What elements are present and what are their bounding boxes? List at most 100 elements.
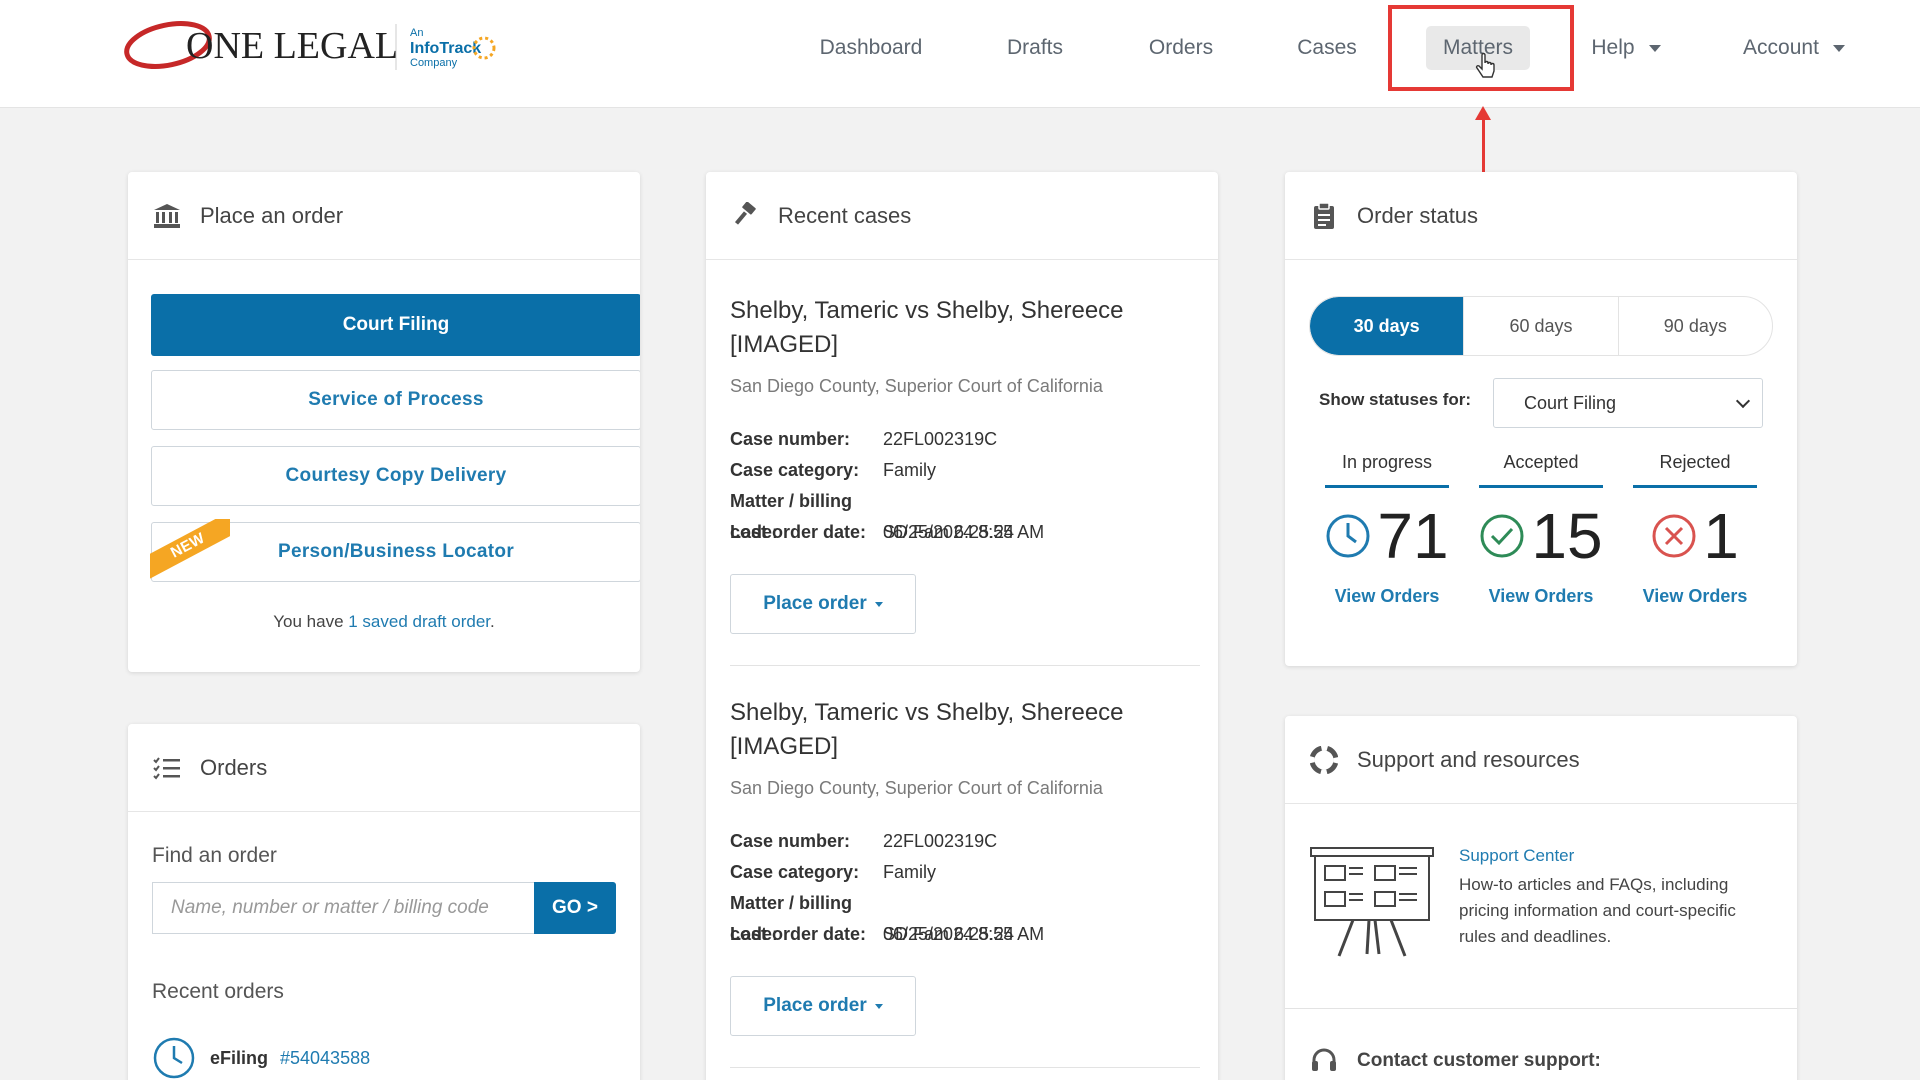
top-header: ONE LEGAL An InfoTrack Company Dashboard… bbox=[0, 0, 1920, 108]
stat-label[interactable]: Rejected bbox=[1633, 452, 1757, 488]
recent-cases-header: Recent cases bbox=[706, 172, 1218, 260]
case-court: San Diego County, Superior Court of Cali… bbox=[730, 376, 1103, 396]
case-category-label: Case category: bbox=[730, 862, 860, 882]
case-category-value: Family bbox=[883, 862, 936, 882]
case-title[interactable]: Shelby, Tameric vs Shelby, Shereece [IMA… bbox=[730, 294, 1200, 362]
case-number-value: 22FL002319C bbox=[883, 831, 998, 851]
case-court: San Diego County, Superior Court of Cali… bbox=[730, 778, 1103, 798]
order-status-header: Order status bbox=[1285, 172, 1797, 260]
show-statuses-label: Show statuses for: bbox=[1319, 390, 1472, 409]
hand-cursor-icon bbox=[1475, 53, 1495, 78]
last-order-label: Last order date: bbox=[730, 522, 867, 542]
saved-draft-link[interactable]: 1 saved draft order bbox=[348, 612, 490, 631]
check-circle-icon bbox=[1480, 514, 1524, 558]
nav-help[interactable]: Help bbox=[1584, 26, 1668, 70]
nav-cases[interactable]: Cases bbox=[1284, 26, 1370, 70]
stat-count: 15 bbox=[1531, 500, 1603, 572]
case-number-label: Case number: bbox=[730, 429, 851, 449]
nav-drafts[interactable]: Drafts bbox=[990, 26, 1080, 70]
range-60-days[interactable]: 60 days bbox=[1464, 297, 1619, 355]
nav-help-label: Help bbox=[1591, 36, 1635, 59]
bank-icon bbox=[152, 201, 182, 231]
view-orders-link[interactable]: View Orders bbox=[1479, 586, 1603, 607]
recent-cases-title: Recent cases bbox=[778, 202, 912, 228]
saved-draft-note: You have 1 saved draft order. bbox=[128, 612, 640, 632]
case-number-value: 22FL002319C bbox=[883, 429, 998, 449]
order-search-input[interactable] bbox=[152, 882, 534, 934]
place-order-card: Place an order Court Filing Service of P… bbox=[128, 172, 640, 672]
life-ring-icon bbox=[1309, 745, 1339, 775]
case-title[interactable]: Shelby, Tameric vs Shelby, Shereece [IMA… bbox=[730, 696, 1200, 764]
order-type-select[interactable]: Court Filing bbox=[1493, 378, 1763, 428]
nav-dashboard[interactable]: Dashboard bbox=[808, 26, 934, 70]
support-center-description: How-to articles and FAQs, including pric… bbox=[1459, 875, 1736, 946]
one-legal-logo[interactable]: ONE LEGAL An InfoTrack Company bbox=[124, 14, 504, 76]
place-order-label: Place order bbox=[763, 593, 867, 614]
court-filing-button[interactable]: Court Filing bbox=[151, 294, 640, 356]
order-status-title: Order status bbox=[1357, 202, 1479, 228]
new-badge: NEW bbox=[150, 519, 230, 579]
stat-label[interactable]: Accepted bbox=[1479, 452, 1603, 488]
place-order-header: Place an order bbox=[128, 172, 640, 260]
gavel-icon bbox=[730, 201, 760, 231]
date-range-toggle: 30 days 60 days 90 days bbox=[1309, 296, 1773, 356]
saved-draft-suffix: . bbox=[490, 612, 495, 631]
nav-orders[interactable]: Orders bbox=[1136, 26, 1226, 70]
recent-order-item[interactable]: eFiling #54043588 bbox=[152, 1036, 370, 1080]
recent-order-number[interactable]: #54043588 bbox=[280, 1048, 370, 1069]
clipboard-icon bbox=[1309, 201, 1339, 231]
stat-label[interactable]: In progress bbox=[1325, 452, 1449, 488]
presentation-board-icon bbox=[1310, 847, 1434, 957]
logo-wordmark: ONE LEGAL bbox=[186, 25, 398, 67]
go-button[interactable]: GO > bbox=[534, 882, 616, 934]
place-order-dropdown[interactable]: Place order bbox=[730, 976, 916, 1036]
chevron-down-icon bbox=[1735, 393, 1751, 409]
person-business-locator-button[interactable]: NEW Person/Business Locator bbox=[150, 519, 640, 582]
saved-draft-prefix: You have bbox=[273, 612, 349, 631]
stat-count: 1 bbox=[1703, 500, 1739, 572]
new-badge-label: NEW bbox=[150, 519, 230, 579]
support-title: Support and resources bbox=[1357, 746, 1580, 772]
person-business-locator-label: Person/Business Locator bbox=[277, 541, 515, 562]
partner-line-2: Company bbox=[410, 57, 458, 69]
chevron-down-icon bbox=[1648, 44, 1661, 52]
case-divider bbox=[730, 665, 1200, 666]
nav-account-label: Account bbox=[1743, 36, 1819, 59]
case-divider bbox=[730, 1067, 1200, 1068]
place-order-dropdown[interactable]: Place order bbox=[730, 574, 916, 634]
case-category-row: Case category: Family bbox=[730, 857, 936, 888]
place-order-title: Place an order bbox=[200, 202, 344, 228]
find-order-label: Find an order bbox=[152, 844, 277, 867]
view-orders-link[interactable]: View Orders bbox=[1633, 586, 1757, 607]
orders-header: Orders bbox=[128, 724, 640, 812]
nav-account[interactable]: Account bbox=[1736, 26, 1852, 70]
partner-name: InfoTrack bbox=[410, 40, 481, 57]
case-number-label: Case number: bbox=[730, 831, 851, 851]
case-category-row: Case category: Family bbox=[730, 455, 936, 486]
recent-orders-label: Recent orders bbox=[152, 980, 284, 1003]
case-number-row: Case number: 22FL002319C bbox=[730, 424, 997, 455]
last-order-row: Last order date: 06/25/2024 8:55 AM bbox=[730, 517, 1044, 548]
last-order-label: Last order date: bbox=[730, 924, 867, 944]
caret-down-icon bbox=[874, 601, 883, 607]
order-type-value: Court Filing bbox=[1524, 392, 1617, 413]
support-header: Support and resources bbox=[1285, 716, 1797, 804]
last-order-row: Last order date: 06/25/2024 8:55 AM bbox=[730, 919, 1044, 950]
view-orders-link[interactable]: View Orders bbox=[1325, 586, 1449, 607]
chevron-down-icon bbox=[1832, 44, 1845, 52]
place-order-label: Place order bbox=[763, 995, 867, 1016]
recent-order-type: eFiling bbox=[210, 1047, 268, 1068]
contact-support-label: Contact customer support: bbox=[1357, 1050, 1601, 1071]
service-of-process-button[interactable]: Service of Process bbox=[151, 370, 640, 430]
support-card: Support and resources Support Center How… bbox=[1285, 716, 1797, 1080]
support-center-link[interactable]: Support Center bbox=[1459, 846, 1574, 866]
contact-support-row: Contact customer support: bbox=[1309, 1046, 1601, 1076]
list-icon bbox=[152, 753, 182, 783]
orders-title: Orders bbox=[200, 754, 268, 780]
last-order-value: 06/25/2024 8:55 AM bbox=[883, 522, 1045, 542]
courtesy-copy-delivery-button[interactable]: Courtesy Copy Delivery bbox=[151, 446, 640, 506]
stat-in-progress: In progress 71 View Orders bbox=[1325, 452, 1449, 607]
range-90-days[interactable]: 90 days bbox=[1619, 297, 1772, 355]
range-30-days[interactable]: 30 days bbox=[1310, 297, 1465, 355]
case-category-value: Family bbox=[883, 460, 936, 480]
